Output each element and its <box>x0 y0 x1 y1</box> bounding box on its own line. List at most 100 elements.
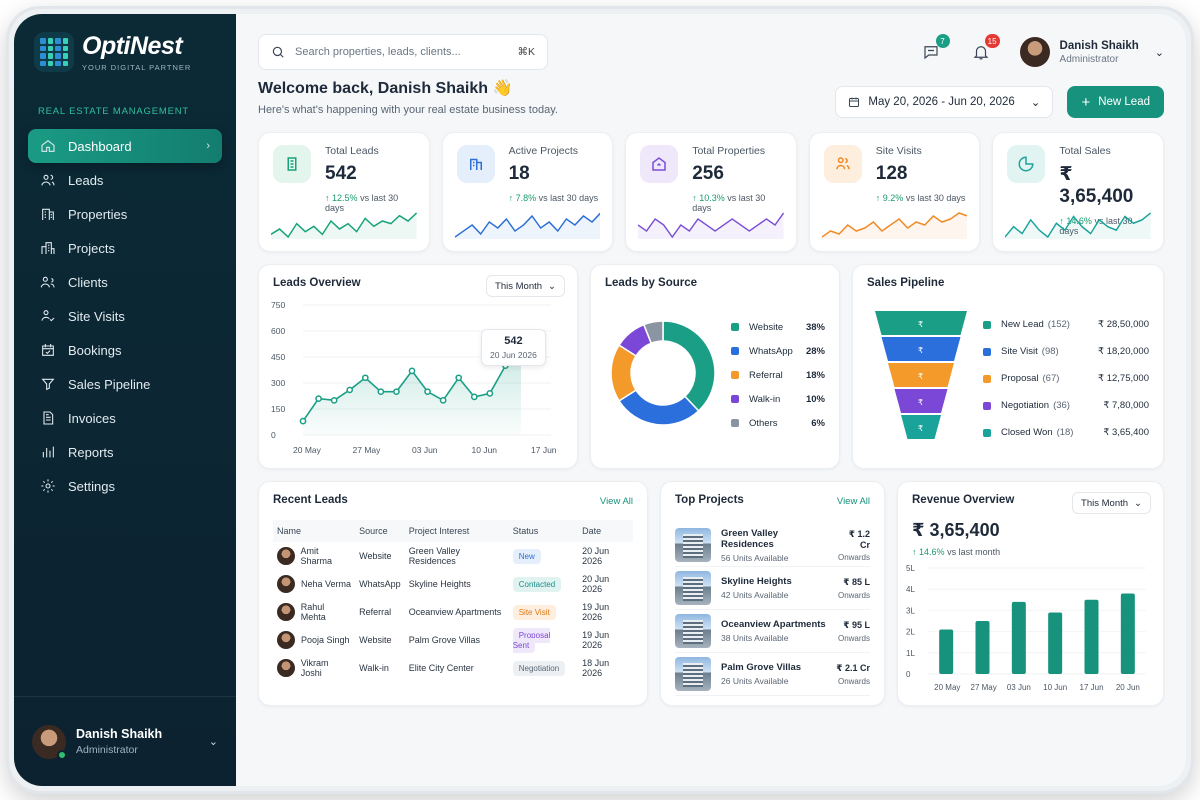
donut-slice-website[interactable] <box>662 320 716 412</box>
topbar-user-name: Danish Shaikh <box>1059 39 1139 52</box>
table-row[interactable]: Rahul Mehta Referral Oceanview Apartments S… <box>273 598 633 626</box>
project-list: Green Valley Residences 56 Units Availabl… <box>675 524 870 696</box>
project-item[interactable]: Green Valley Residences 56 Units Availabl… <box>675 524 870 567</box>
recent-leads-view-all-link[interactable]: View All <box>600 496 633 507</box>
kpi-label: Total Sales <box>1059 145 1111 157</box>
chevron-down-icon[interactable]: ⌄ <box>209 735 218 748</box>
project-name: Green Valley Residences <box>721 527 779 550</box>
revenue-bar[interactable] <box>939 629 954 674</box>
y-tick-label: 750 <box>271 300 285 310</box>
x-tick-label: 03 Jun <box>1007 683 1031 692</box>
kpi-delta-value: 10.3% <box>699 193 725 203</box>
sidebar-item-label: Leads <box>68 172 104 188</box>
sidebar-item-dashboard[interactable]: Dashboard › <box>28 129 222 163</box>
kpi-sparkline <box>638 212 784 239</box>
sidebar-item-properties[interactable]: Properties <box>28 197 222 231</box>
sidebar-item-label: Dashboard <box>68 138 132 154</box>
line-point[interactable] <box>408 367 416 375</box>
line-point[interactable] <box>439 396 447 404</box>
lead-date: 18 Jun 2026 <box>582 658 610 678</box>
sidebar-item-sales-pipeline[interactable]: Sales Pipeline <box>28 367 222 401</box>
table-row[interactable]: Amit Sharma Website Green Valley Residence… <box>273 542 633 570</box>
sidebar-item-leads[interactable]: Leads <box>28 163 222 197</box>
notifications-button[interactable]: 15 <box>970 34 1000 63</box>
revenue-bar[interactable] <box>1084 599 1099 674</box>
line-point[interactable] <box>424 388 431 396</box>
revenue-bar[interactable] <box>1048 612 1063 674</box>
kpi-sparkline <box>271 212 417 239</box>
x-tick-label: 17 Jun <box>1080 683 1104 692</box>
sidebar-user-card[interactable]: Danish Shaikh Administrator ⌄ <box>14 696 236 786</box>
kpi-card-total-leads[interactable]: Total Leads 542 ↑ 12.5% vs last 30 days <box>258 132 430 252</box>
sidebar-item-invoices[interactable]: Invoices <box>28 401 222 435</box>
project-price-block: ₹ 1.2 Cr Onwards <box>838 529 870 562</box>
project-name: Palm Grove Villas <box>721 662 802 673</box>
line-point[interactable] <box>377 388 385 396</box>
top-projects-view-all-link[interactable]: View All <box>837 496 870 507</box>
sidebar-item-settings[interactable]: Settings <box>28 469 222 503</box>
legend-label: WhatsApp <box>749 345 793 357</box>
revenue-bar[interactable] <box>1120 593 1135 674</box>
main-content: Search properties, leads, clients... ⌘K … <box>236 14 1186 786</box>
sidebar-item-reports[interactable]: Reports <box>28 435 222 469</box>
date-range-picker[interactable]: May 20, 2026 - Jun 20, 2026 ⌄ <box>835 86 1054 118</box>
line-point[interactable] <box>361 374 369 382</box>
arrow-up-icon: ↑ <box>875 193 883 203</box>
table-row[interactable]: Vikram Joshi Walk-in Elite City Center Nego… <box>273 654 633 682</box>
table-row[interactable]: Neha Verma WhatsApp Skyline Heights Contact… <box>273 570 633 598</box>
revenue-delta-value: 14.6% <box>919 547 945 557</box>
kpi-row: Total Leads 542 ↑ 12.5% vs last 30 days Act… <box>258 132 1164 252</box>
stage-label: Negotiation <box>1001 400 1050 411</box>
sidebar-item-bookings[interactable]: Bookings <box>28 333 222 367</box>
project-info: Oceanview Apartments 38 Units Available <box>721 619 826 643</box>
sidebar-item-site-visits[interactable]: Site Visits <box>28 299 222 333</box>
lead-date: 19 Jun 2026 <box>582 602 610 622</box>
table-row[interactable]: Pooja Singh Website Palm Grove Villas Propo… <box>273 626 633 654</box>
y-tick-label: 5L <box>906 564 915 573</box>
kpi-card-total-properties[interactable]: Total Properties 256 ↑ 10.3% vs last 30 da… <box>625 132 797 252</box>
kpi-card-total-sales[interactable]: Total Sales ₹ 3,65,400 ↑ 14.6% vs last 30 … <box>992 132 1164 252</box>
kpi-card-site-visits[interactable]: Site Visits 128 ↑ 9.2% vs last 30 days <box>808 132 981 252</box>
new-lead-button[interactable]: + New Lead <box>1067 86 1164 118</box>
page-title: Welcome back, Danish Shaikh 👋 <box>258 80 513 97</box>
line-point[interactable] <box>393 388 400 396</box>
project-item[interactable]: Palm Grove Villas 26 Units Available ₹ 2.1… <box>675 653 870 696</box>
legend-percent: 10% <box>805 393 825 405</box>
project-item[interactable]: Skyline Heights 42 Units Available ₹ 85 L O… <box>675 567 870 610</box>
top-projects-card: Top Projects View All Green Valley Resid… <box>660 481 885 706</box>
line-point[interactable] <box>455 374 463 382</box>
brand-name: OptiNest <box>82 32 183 60</box>
legend-swatch <box>983 347 991 356</box>
sidebar-item-projects[interactable]: Projects <box>28 231 222 265</box>
line-point[interactable] <box>486 390 494 397</box>
stage-count: (152) <box>1047 319 1070 330</box>
search-input[interactable]: Search properties, leads, clients... ⌘K <box>258 34 548 70</box>
sidebar-item-clients[interactable]: Clients <box>28 265 222 299</box>
user-menu[interactable]: Danish Shaikh Administrator ⌄ <box>1019 37 1164 67</box>
line-point[interactable] <box>470 393 478 401</box>
column-header: Date <box>578 520 633 542</box>
line-point[interactable] <box>330 396 338 404</box>
revenue-bar[interactable] <box>1011 601 1026 674</box>
line-point[interactable] <box>346 386 354 394</box>
project-name: Oceanview Apartments <box>721 619 826 630</box>
revenue-bar[interactable] <box>975 621 990 674</box>
project-item[interactable]: Oceanview Apartments 38 Units Available ₹ … <box>675 610 870 653</box>
revenue-period-dropdown[interactable]: This Month ⌄ <box>1072 492 1151 514</box>
y-tick-label: 0 <box>271 430 276 440</box>
period-dropdown[interactable]: This Month ⌄ <box>486 275 565 297</box>
line-point[interactable] <box>315 395 322 402</box>
legend-percent: 28% <box>805 345 825 357</box>
messages-button[interactable]: 7 <box>920 34 950 63</box>
pipeline-stage-list: New Lead (152) ₹ 28,50,000 Site Visit (98) ₹ … <box>983 311 1149 446</box>
sparkline-area <box>638 213 784 239</box>
column-header: Name <box>273 520 356 542</box>
sidebar-item-label: Settings <box>68 478 115 494</box>
kpi-card-active-projects[interactable]: Active Projects 18 ↑ 7.8% vs last 30 days <box>441 132 614 252</box>
x-tick-label: 20 May <box>934 683 960 692</box>
line-point[interactable] <box>299 417 307 425</box>
stage-count: (18) <box>1056 427 1074 438</box>
kpi-value: 128 <box>875 163 908 184</box>
brand[interactable]: OptiNest YOUR DIGITAL PARTNER <box>34 32 222 72</box>
arrow-up-icon: ↑ <box>912 547 917 557</box>
